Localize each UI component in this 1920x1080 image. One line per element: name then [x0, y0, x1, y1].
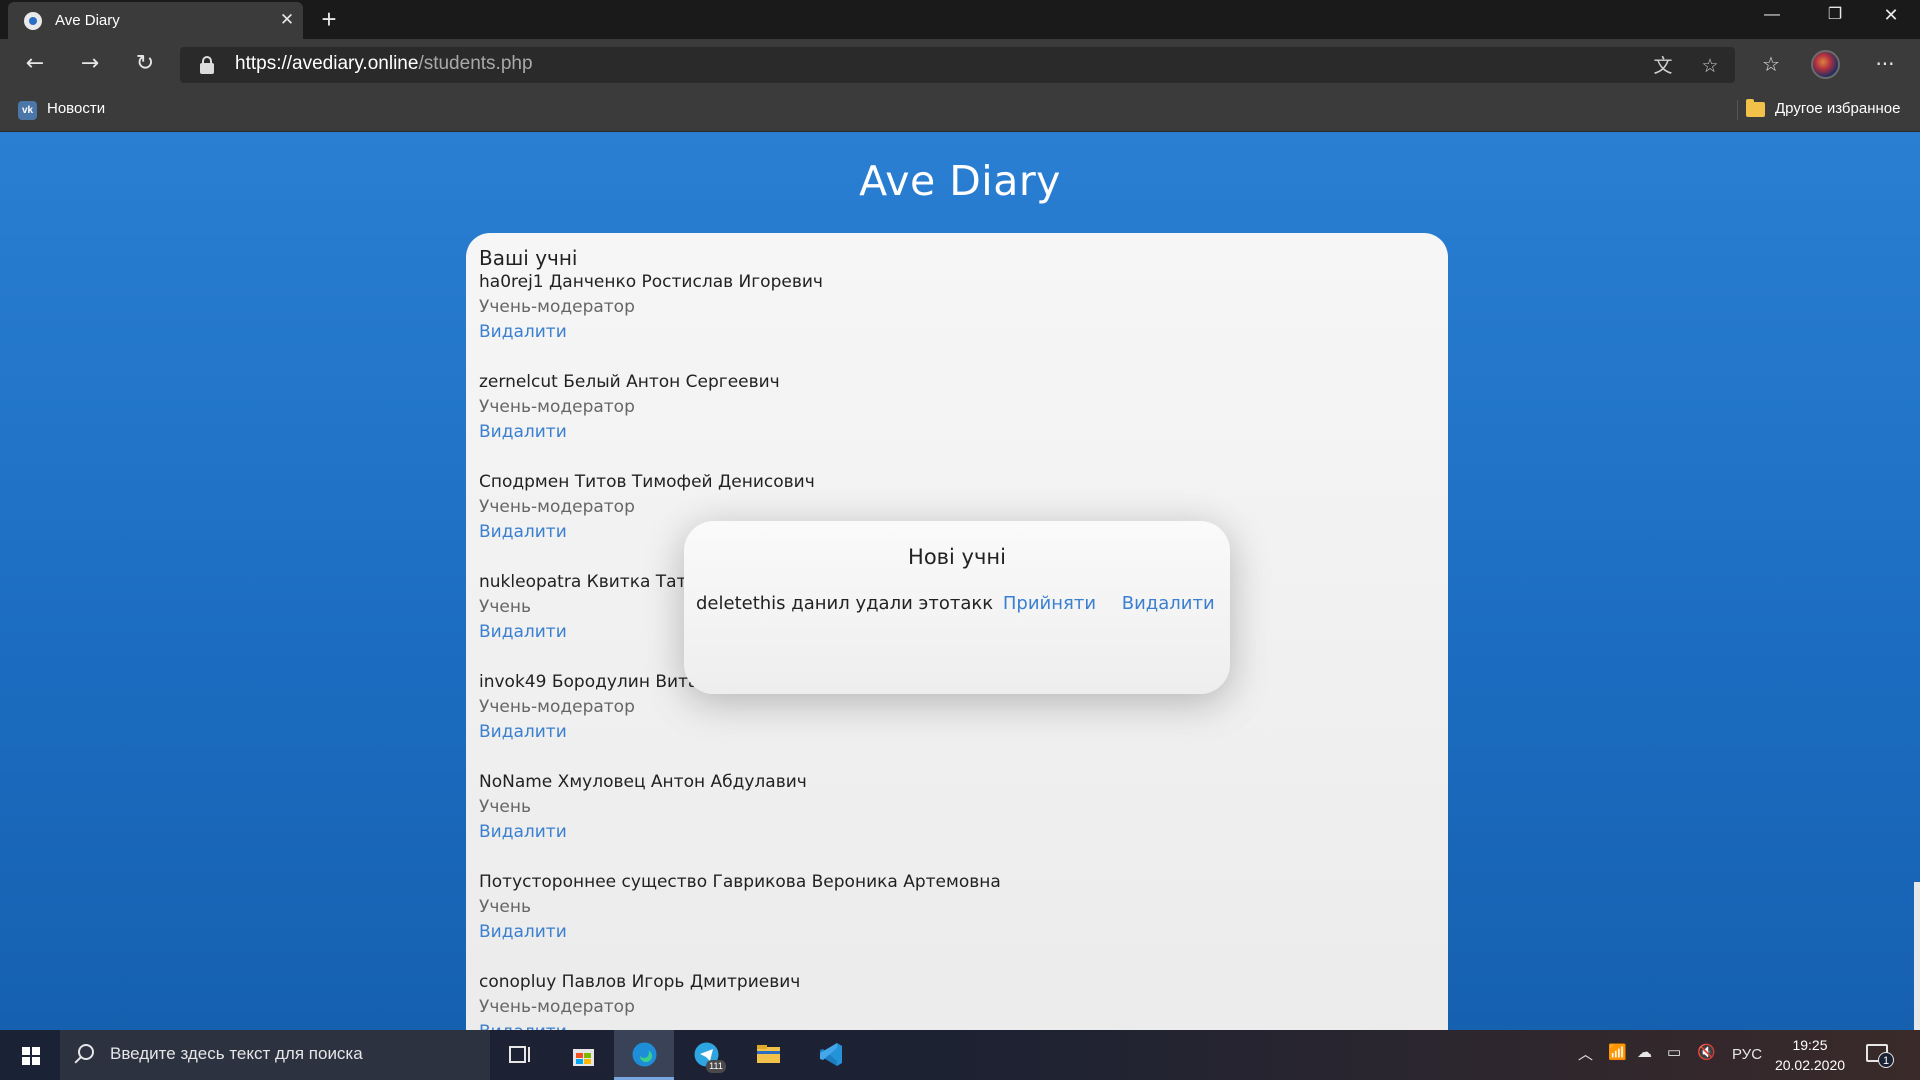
- students-heading: Ваші учні: [479, 246, 578, 270]
- address-bar[interactable]: https://avediary.online/students.php 文 ☆: [180, 47, 1735, 83]
- system-clock[interactable]: 19:25 20.02.2020: [1770, 1035, 1850, 1075]
- student-item: ha0rej1 Данченко Ростислав Игоревич Учен…: [479, 270, 823, 345]
- page-viewport: Ave Diary Ваші учні ha0rej1 Данченко Рос…: [0, 132, 1920, 1030]
- student-name: nukleopatra Квитка Тать: [479, 572, 697, 592]
- student-item: Потустороннее существо Гаврикова Вероник…: [479, 870, 1001, 945]
- delete-student-link[interactable]: Видалити: [479, 720, 698, 745]
- lock-icon: [200, 56, 214, 74]
- favorite-news-link[interactable]: Новости: [47, 100, 105, 117]
- student-name: ha0rej1 Данченко Ростислав Игоревич: [479, 272, 823, 292]
- student-item: nukleopatra Квитка Тать Учень Видалити: [479, 570, 697, 645]
- close-tab-icon[interactable]: ✕: [276, 8, 298, 32]
- show-hidden-icons-chevron-icon[interactable]: ︿: [1578, 1043, 1593, 1064]
- add-favorite-star-icon[interactable]: ☆: [1697, 53, 1723, 79]
- student-name: NoName Хмуловец Антон Абдулавич: [479, 772, 807, 792]
- windows-logo-icon: [22, 1047, 40, 1065]
- telegram-app-button[interactable]: 111: [676, 1030, 736, 1080]
- notification-count-badge: 1: [1878, 1052, 1894, 1068]
- delete-student-link[interactable]: Видалити: [479, 1020, 800, 1030]
- store-app-button[interactable]: [553, 1030, 613, 1080]
- delete-student-link[interactable]: Видалити: [479, 420, 780, 445]
- search-icon: [78, 1044, 94, 1060]
- student-role: Учень-модератор: [479, 397, 635, 417]
- forward-icon[interactable]: →: [73, 47, 107, 81]
- browser-toolbar: ← → ↻ https://avediary.online/students.p…: [0, 39, 1920, 88]
- start-button[interactable]: [0, 1030, 60, 1080]
- page-title: Ave Diary: [859, 157, 1061, 205]
- action-center-button[interactable]: 1: [1866, 1042, 1894, 1068]
- windows-taskbar: Введите здесь текст для поиска 111 ︿ 📶 ☁…: [0, 1030, 1920, 1080]
- other-favorites-folder[interactable]: Другое избранное: [1775, 100, 1900, 117]
- task-view-icon: [509, 1046, 530, 1063]
- task-view-button[interactable]: [490, 1030, 550, 1080]
- delete-student-link[interactable]: Видалити: [479, 620, 697, 645]
- folder-icon: [757, 1045, 780, 1063]
- new-tab-icon[interactable]: +: [315, 5, 343, 33]
- microsoft-store-icon: [573, 1049, 594, 1066]
- delete-student-link[interactable]: Видалити: [479, 920, 1001, 945]
- taskbar-search-input[interactable]: Введите здесь текст для поиска: [60, 1030, 490, 1080]
- pending-student-row: deletethis данил удали этотакк Прийняти …: [696, 593, 1215, 614]
- tab-strip: Ave Diary ✕ + — ❐ ✕: [0, 0, 1920, 39]
- delete-student-link[interactable]: Видалити: [479, 320, 823, 345]
- close-window-icon[interactable]: ✕: [1862, 0, 1920, 30]
- student-role: Учень-модератор: [479, 497, 635, 517]
- student-item: zernelcut Белый Антон Сергеевич Учень-мо…: [479, 370, 780, 445]
- vscode-icon: [820, 1043, 842, 1066]
- browser-tab[interactable]: Ave Diary ✕: [8, 2, 303, 39]
- url-text[interactable]: https://avediary.online/students.php: [235, 53, 533, 75]
- student-role: Учень-модератор: [479, 297, 635, 317]
- tab-title: Ave Diary: [55, 12, 120, 29]
- translate-icon[interactable]: 文: [1650, 53, 1676, 79]
- page-scrollbar[interactable]: [1914, 882, 1920, 1030]
- site-favicon-icon: [24, 12, 42, 30]
- restore-icon[interactable]: ❐: [1806, 0, 1864, 30]
- volume-muted-icon[interactable]: 🔇: [1697, 1043, 1716, 1061]
- student-role: Учень-модератор: [479, 697, 635, 717]
- search-placeholder: Введите здесь текст для поиска: [110, 1044, 363, 1063]
- student-role: Учень: [479, 797, 531, 817]
- battery-icon[interactable]: ▭: [1667, 1043, 1681, 1061]
- telegram-unread-badge: 111: [706, 1060, 726, 1073]
- onedrive-cloud-icon[interactable]: ☁: [1637, 1043, 1652, 1061]
- wifi-icon[interactable]: 📶: [1608, 1043, 1627, 1061]
- student-role: Учень: [479, 597, 531, 617]
- accept-student-link[interactable]: Прийняти: [1003, 593, 1096, 614]
- edge-app-button[interactable]: [614, 1030, 674, 1080]
- vk-icon: vk: [18, 101, 37, 120]
- back-icon[interactable]: ←: [18, 47, 52, 81]
- folder-icon: [1746, 99, 1765, 117]
- favorites-list-icon[interactable]: ☆: [1754, 47, 1788, 81]
- file-explorer-app-button[interactable]: [738, 1030, 798, 1080]
- refresh-icon[interactable]: ↻: [128, 47, 162, 81]
- student-item: conopluy Павлов Игорь Дмитриевич Учень-м…: [479, 970, 800, 1030]
- student-item: invok49 Бородулин Вита Учень-модератор В…: [479, 670, 698, 745]
- student-name: zernelcut Белый Антон Сергеевич: [479, 372, 780, 392]
- student-name: conopluy Павлов Игорь Дмитриевич: [479, 972, 801, 992]
- input-language-indicator[interactable]: РУС: [1732, 1046, 1762, 1063]
- student-role: Учень-модератор: [479, 997, 635, 1017]
- student-name: Сподрмен Титов Тимофей Денисович: [479, 472, 815, 492]
- profile-avatar[interactable]: [1811, 50, 1840, 79]
- clock-time: 19:25: [1792, 1037, 1828, 1053]
- more-menu-icon[interactable]: ···: [1868, 47, 1902, 81]
- clock-date: 20.02.2020: [1774, 1057, 1846, 1073]
- student-name: invok49 Бородулин Вита: [479, 672, 699, 692]
- student-name: Потустороннее существо Гаврикова Вероник…: [479, 872, 1001, 892]
- delete-student-link[interactable]: Видалити: [479, 820, 807, 845]
- dialog-title: Нові учні: [908, 545, 1006, 569]
- favorites-divider: [1737, 100, 1738, 120]
- edge-browser-icon: [632, 1042, 657, 1067]
- vscode-app-button[interactable]: [800, 1030, 860, 1080]
- student-item: NoName Хмуловец Антон Абдулавич Учень Ви…: [479, 770, 807, 845]
- reject-student-link[interactable]: Видалити: [1122, 593, 1215, 614]
- minimize-icon[interactable]: —: [1743, 0, 1801, 30]
- student-role: Учень: [479, 897, 531, 917]
- pending-student-name: deletethis данил удали этотакк: [696, 593, 994, 614]
- favorites-bar: vk Новости Другое избранное: [0, 88, 1920, 132]
- new-students-dialog: Нові учні deletethis данил удали этотакк…: [684, 521, 1230, 694]
